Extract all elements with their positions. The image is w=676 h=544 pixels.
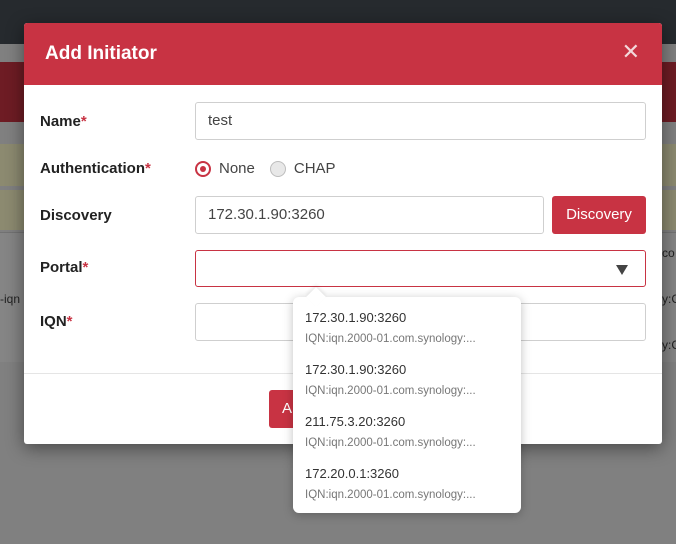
portal-option[interactable]: 172.30.1.90:3260 IQN:iqn.2000-01.com.syn… <box>305 309 511 347</box>
background-row-text: co <box>662 246 675 260</box>
required-mark: * <box>80 113 87 130</box>
authentication-radio-group: None CHAP <box>195 160 351 177</box>
portal-option[interactable]: 172.20.0.1:3260 IQN:iqn.2000-01.com.syno… <box>305 465 511 503</box>
discovery-input[interactable]: 172.30.1.90:3260 <box>195 196 544 234</box>
name-label: Name* <box>40 113 87 130</box>
authentication-label: Authentication* <box>40 160 151 177</box>
portal-label-text: Portal <box>40 259 83 276</box>
authentication-label-text: Authentication <box>40 160 145 177</box>
radio-chap[interactable] <box>269 160 286 177</box>
required-mark: * <box>82 259 89 276</box>
background-row-text: y:C <box>662 338 676 352</box>
background-row-text: -iqn <box>0 292 21 306</box>
portal-option-iqn: IQN:iqn.2000-01.com.synology:... <box>305 333 476 345</box>
background-row-text: y:C <box>662 292 676 306</box>
portal-option-address: 211.75.3.20:3260 <box>305 414 406 429</box>
dialog-title: Add Initiator <box>45 43 157 64</box>
radio-chap-label[interactable]: CHAP <box>294 160 336 177</box>
name-label-text: Name <box>40 113 81 130</box>
name-input[interactable]: test <box>195 102 646 140</box>
iqn-label: IQN* <box>40 313 73 330</box>
radio-none-label[interactable]: None <box>219 160 255 177</box>
close-icon[interactable]: ✕ <box>622 40 640 64</box>
dialog-header: Add Initiator ✕ <box>24 23 662 85</box>
discovery-button[interactable]: Discovery <box>552 196 646 234</box>
portal-select[interactable] <box>195 250 646 287</box>
iqn-label-text: IQN <box>40 313 67 330</box>
portal-option-iqn: IQN:iqn.2000-01.com.synology:... <box>305 385 476 397</box>
required-mark: * <box>145 160 151 177</box>
chevron-down-icon[interactable] <box>616 265 628 275</box>
radio-none[interactable] <box>195 160 211 177</box>
portal-option[interactable]: 172.30.1.90:3260 IQN:iqn.2000-01.com.syn… <box>305 361 511 399</box>
portal-dropdown-menu: 172.30.1.90:3260 IQN:iqn.2000-01.com.syn… <box>293 287 521 513</box>
required-mark: * <box>66 313 73 330</box>
portal-option[interactable]: 211.75.3.20:3260 IQN:iqn.2000-01.com.syn… <box>305 413 511 451</box>
portal-option-iqn: IQN:iqn.2000-01.com.synology:... <box>305 489 476 501</box>
portal-option-address: 172.20.0.1:3260 <box>305 466 399 481</box>
portal-label: Portal* <box>40 259 88 276</box>
portal-option-address: 172.30.1.90:3260 <box>305 362 407 377</box>
portal-option-address: 172.30.1.90:3260 <box>305 310 407 325</box>
discovery-label: Discovery <box>40 207 112 224</box>
portal-option-iqn: IQN:iqn.2000-01.com.synology:... <box>305 437 476 449</box>
